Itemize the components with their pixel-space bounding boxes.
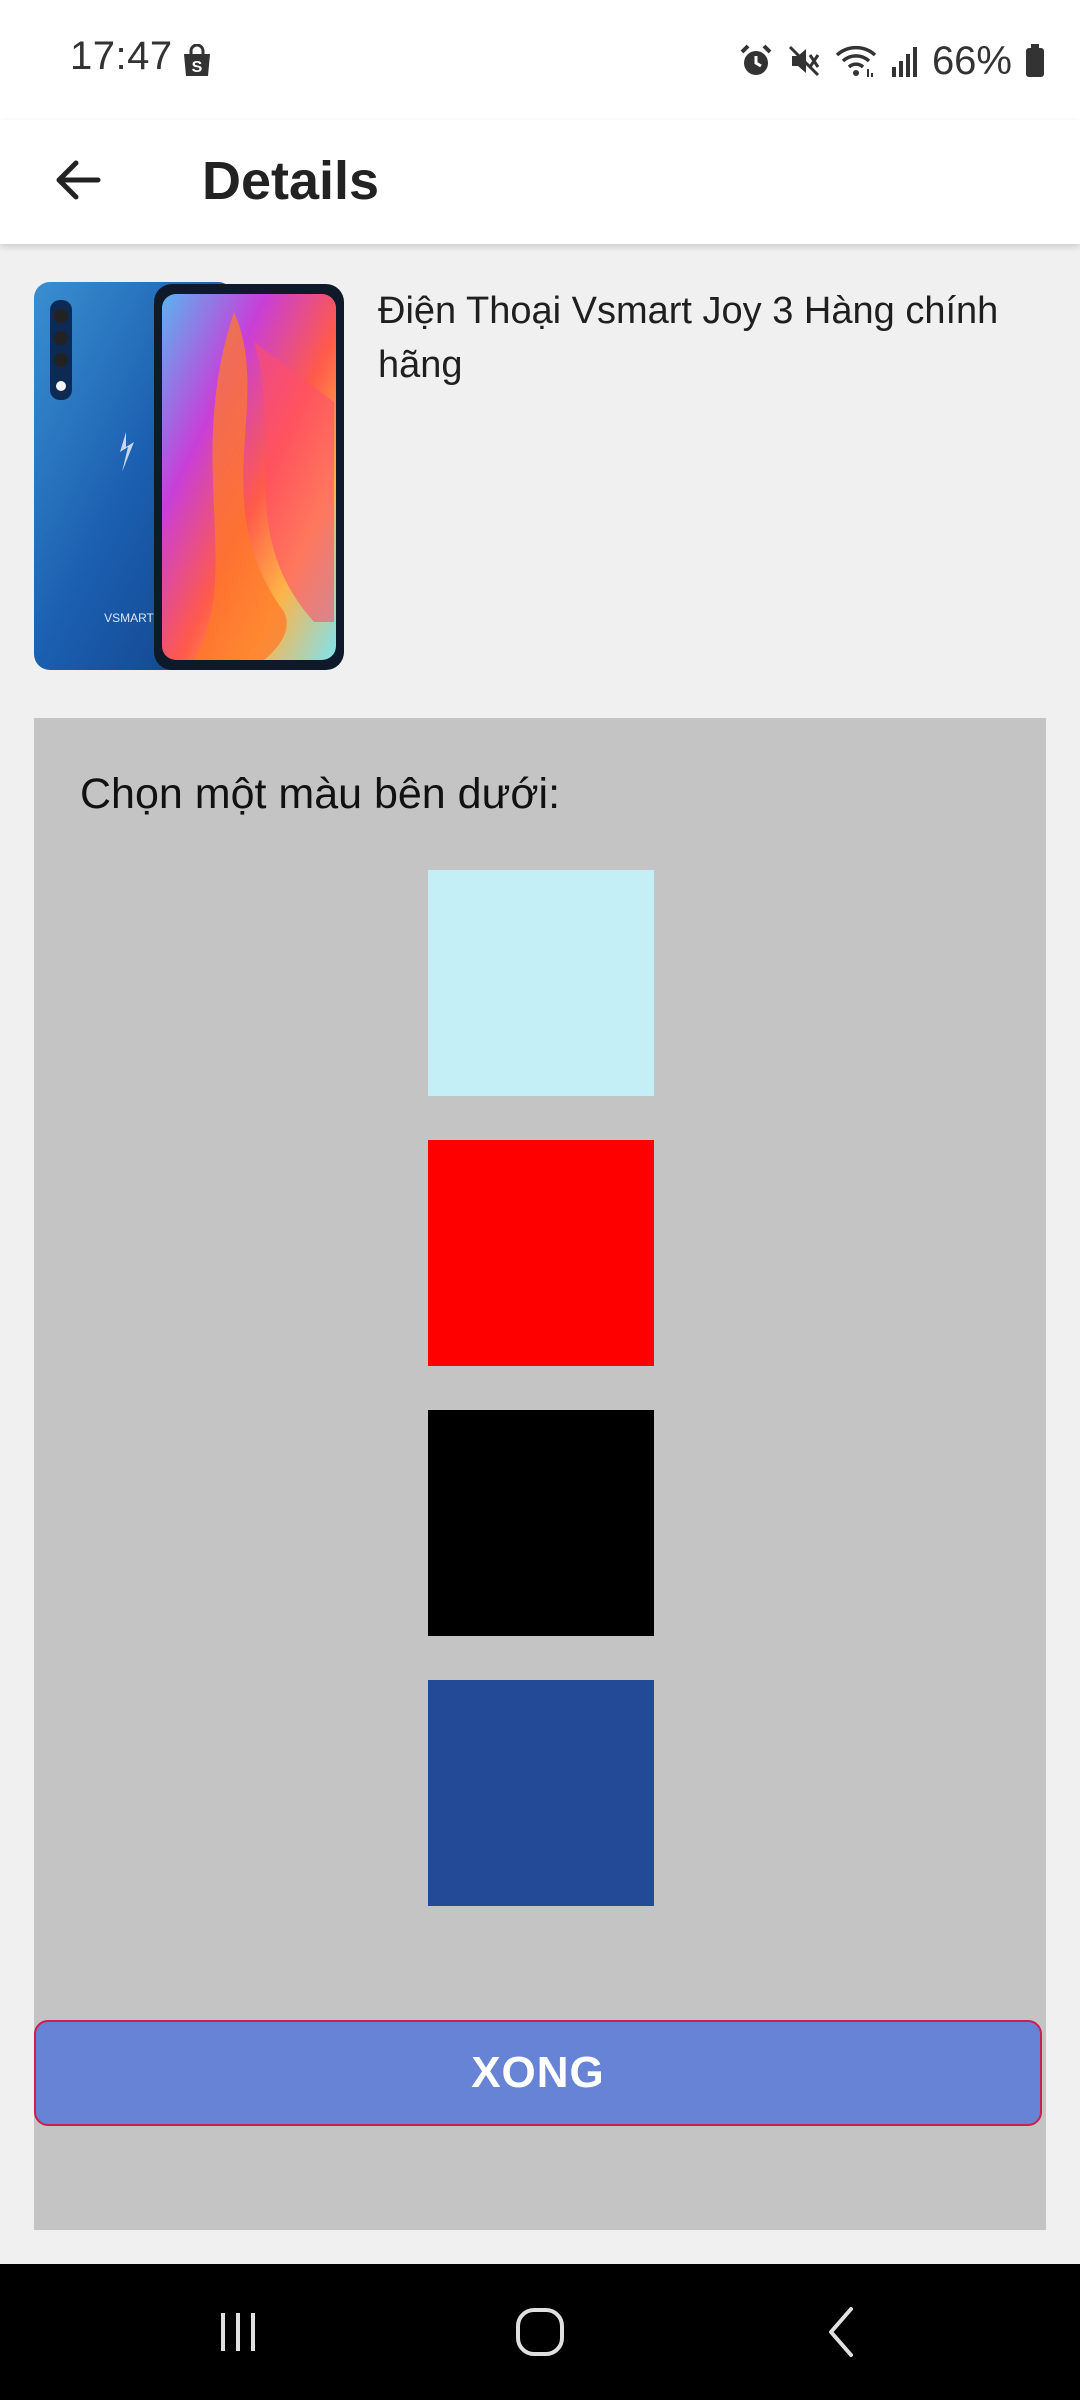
back-icon[interactable] — [782, 2292, 902, 2372]
status-icons: 66% — [738, 36, 1046, 86]
color-swatch-red[interactable] — [428, 1140, 654, 1366]
color-swatch-dark-blue[interactable] — [428, 1680, 654, 1906]
done-button[interactable]: XONG — [34, 2020, 1042, 2126]
product-image: VSMART — [34, 282, 344, 670]
color-swatch-black[interactable] — [428, 1410, 654, 1636]
app-bar: Details — [0, 120, 1080, 244]
shopping-bag-icon: S — [180, 43, 214, 78]
screen: 17:47 S 66% Details VSMART Điện Thoại Vs… — [0, 0, 1080, 2400]
color-swatch-light-cyan[interactable] — [428, 870, 654, 1096]
page-title: Details — [202, 151, 380, 211]
svg-text:S: S — [192, 59, 203, 76]
status-bar: 17:47 S 66% — [0, 0, 1080, 120]
alarm-icon — [738, 43, 774, 79]
product-image-brand: VSMART — [104, 611, 154, 625]
color-picker-label: Chọn một màu bên dưới: — [80, 770, 561, 818]
product-name: Điện Thoại Vsmart Joy 3 Hàng chính hãng — [378, 290, 999, 386]
battery-icon — [1024, 43, 1046, 79]
color-picker-panel: Chọn một màu bên dưới: XONG — [34, 718, 1046, 2230]
wifi-icon — [834, 43, 878, 79]
navigation-bar — [0, 2264, 1080, 2400]
signal-icon — [890, 43, 920, 79]
recent-apps-icon[interactable] — [178, 2292, 298, 2372]
status-time: 17:47 — [70, 34, 173, 78]
arrow-left-icon — [52, 154, 104, 211]
battery-percent: 66% — [931, 38, 1012, 83]
home-icon[interactable] — [480, 2292, 600, 2372]
back-button[interactable] — [36, 140, 120, 224]
vibrate-mute-icon — [786, 43, 822, 79]
